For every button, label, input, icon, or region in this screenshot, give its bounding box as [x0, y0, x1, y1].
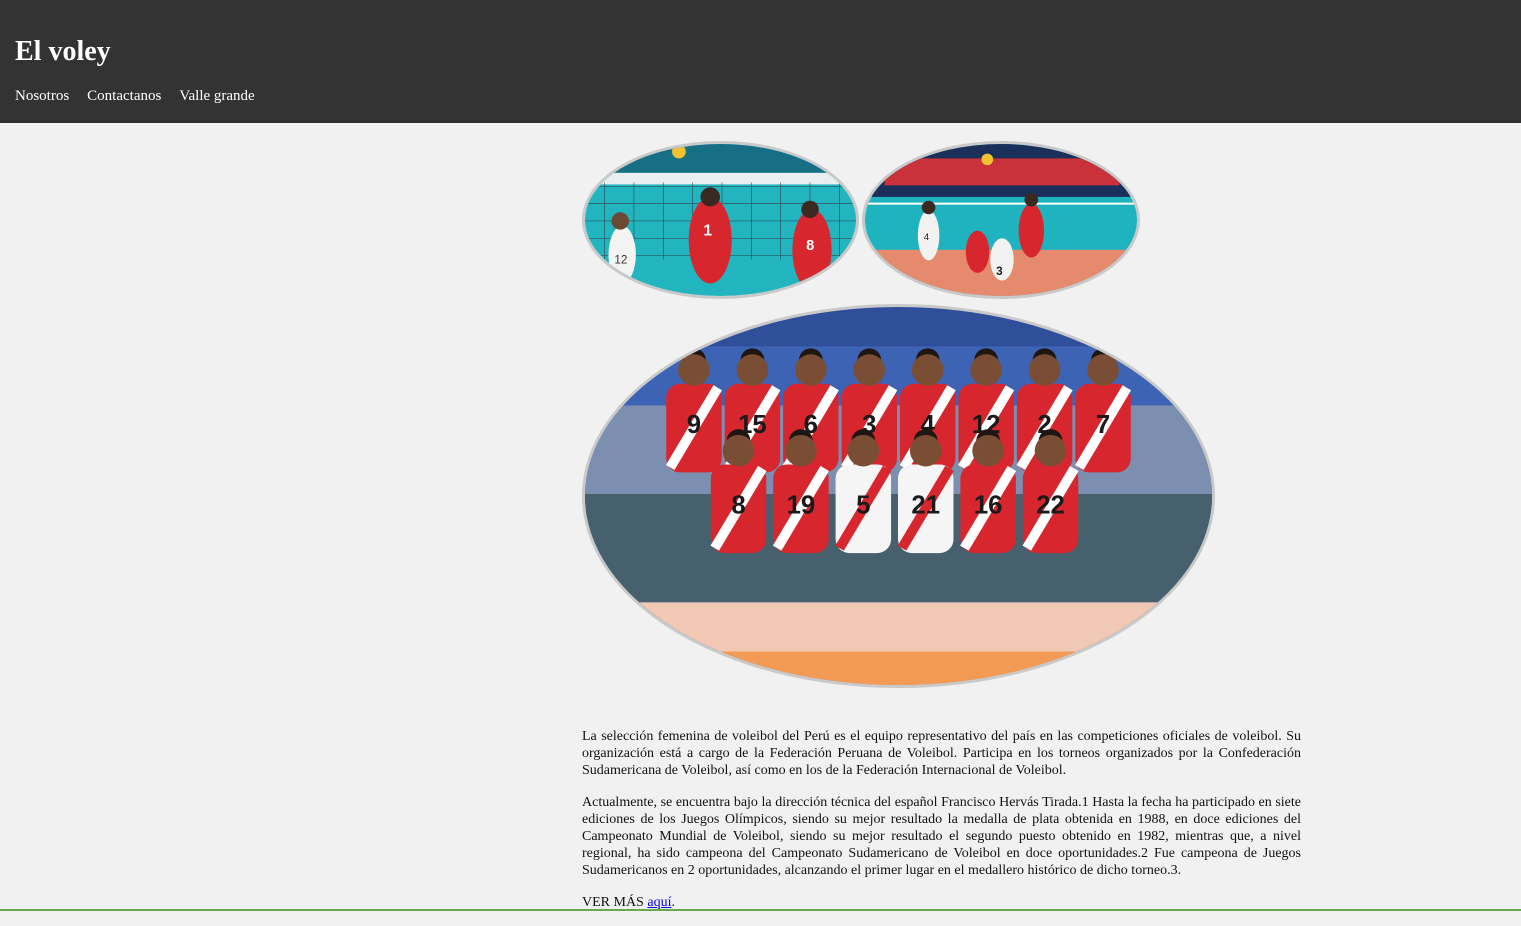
photo-match-action: 3 4 — [862, 141, 1140, 299]
volleyball-icon — [981, 153, 994, 166]
nav-link-nosotros[interactable]: Nosotros — [15, 87, 69, 105]
team-photo-graphic: 9 15 6 3 4 12 2 7 8 19 5 21 16 22 — [585, 307, 1212, 685]
site-title: El voley — [15, 36, 111, 67]
jersey-number: 19 — [787, 492, 816, 520]
jersey-number: 21 — [911, 492, 940, 520]
read-more-label: VER MÁS — [582, 895, 648, 910]
intro-paragraph: La selección femenina de voleibol del Pe… — [582, 729, 1301, 778]
player-number: 1 — [703, 223, 712, 240]
jersey-number: 5 — [856, 492, 870, 520]
volleyball-icon — [672, 144, 686, 159]
player-number: 3 — [996, 265, 1003, 278]
main-nav: Nosotros Contactanos Valle grande — [15, 87, 273, 105]
site-header: El voley Nosotros Contactanos Valle gran… — [0, 0, 1521, 123]
jersey-number: 22 — [1036, 492, 1065, 520]
read-more-link[interactable]: aquí — [647, 895, 671, 910]
read-more-suffix: . — [671, 895, 675, 910]
jersey-number: 7 — [1096, 411, 1110, 439]
photo-team: 9 15 6 3 4 12 2 7 8 19 5 21 16 22 — [582, 304, 1215, 688]
history-paragraph: Actualmente, se encuentra bajo la direcc… — [582, 795, 1301, 878]
article-text: La selección femenina de voleibol del Pe… — [582, 728, 1301, 926]
player-number: 4 — [924, 232, 930, 243]
match-photo-graphic: 3 4 — [865, 144, 1137, 296]
photo-block-at-net: 12 1 8 — [582, 141, 859, 299]
player-number: 8 — [806, 238, 814, 254]
jersey-number: 16 — [974, 492, 1003, 520]
nav-link-contactanos[interactable]: Contactanos — [87, 87, 161, 105]
jersey-number: 8 — [731, 492, 745, 520]
jersey-number: 9 — [687, 411, 701, 439]
net-photo-graphic: 12 1 8 — [585, 144, 856, 296]
nav-link-valle-grande[interactable]: Valle grande — [179, 87, 254, 105]
player-number: 12 — [614, 253, 627, 266]
